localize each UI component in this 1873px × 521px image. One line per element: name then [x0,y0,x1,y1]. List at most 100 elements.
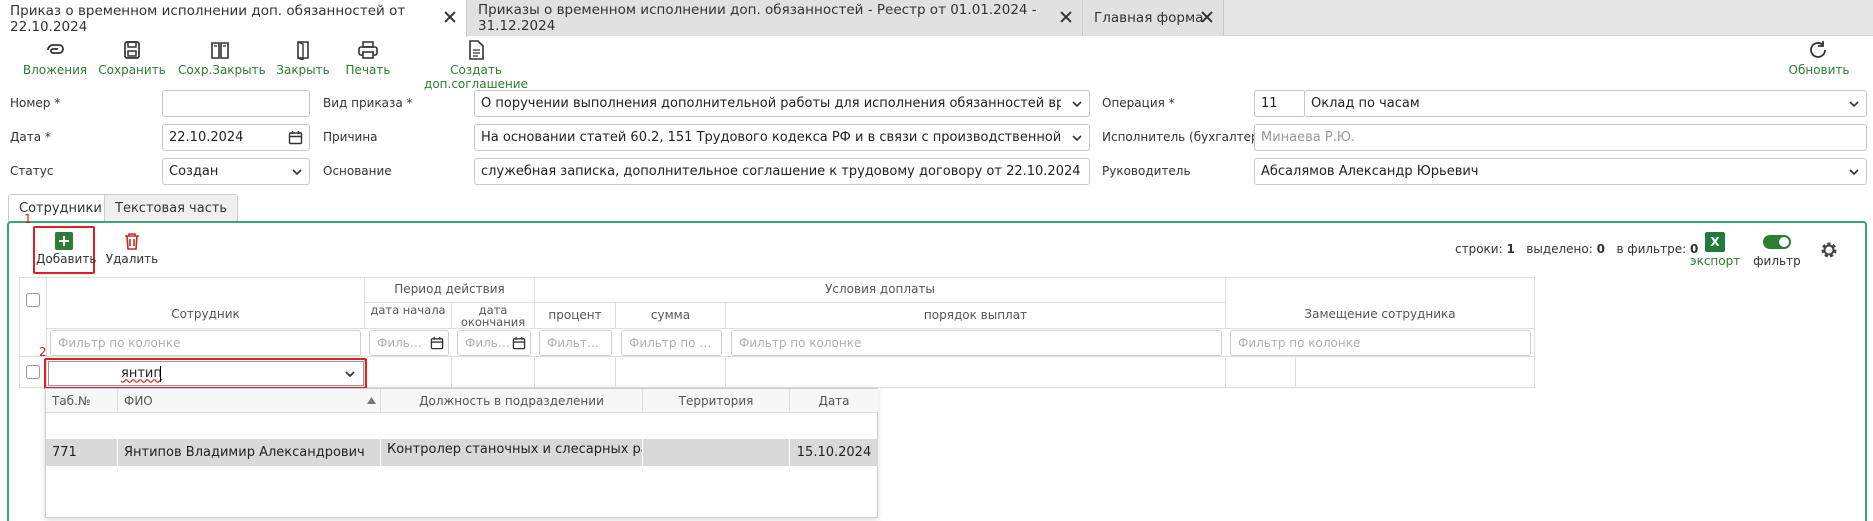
operation-select[interactable]: Оклад по часам [1304,90,1867,117]
start-date-header[interactable]: дата начала [365,303,452,329]
rows-label: строки: [1455,242,1503,256]
selected-label: выделено: [1526,242,1593,256]
reason-select[interactable]: На основании статей 60.2, 151 Трудового … [474,124,1090,151]
calendar-icon[interactable] [512,336,526,350]
number-field[interactable] [162,90,310,117]
row-checkbox[interactable] [26,365,40,379]
text-cursor [160,366,161,382]
substitution-cell-a[interactable] [1226,357,1296,388]
create-agreement-button[interactable]: Создать доп.соглашение [404,40,548,91]
status-select[interactable]: Создан [162,158,310,185]
print-label: Печать [345,63,391,77]
payment-order-filter[interactable]: Фильтр по колонке [731,330,1222,356]
dd-header-tab-no[interactable]: Таб.№ [46,389,118,413]
close-icon[interactable] [442,9,458,25]
executor-label: Исполнитель (бухгалтер) [1102,130,1264,144]
manager-select[interactable]: Абсалямов Александр Юрьевич [1254,158,1867,185]
sum-header[interactable]: сумма [616,303,726,329]
filter-label: фильтр [1753,254,1801,268]
sum-cell[interactable] [616,357,726,388]
dd-row[interactable]: 771 Янтипов Владимир Александрович Контр… [46,414,878,466]
gear-icon[interactable] [1819,240,1839,260]
excel-icon: X [1705,232,1725,252]
manager-label: Руководитель [1102,164,1191,178]
start-date-filter[interactable]: Филь… [369,330,449,356]
employee-search-text: янтип [121,366,162,381]
close-button[interactable]: Закрыть [272,40,334,80]
close-icon[interactable] [1058,9,1074,25]
dd-cell-fio: Янтипов Владимир Александрович [118,439,381,466]
chevron-down-icon [1072,135,1082,142]
date-field[interactable]: 22.10.2024 [162,124,310,151]
employee-dropdown: Таб.№ ФИО Должность в подразделении Терр… [45,388,878,518]
save-label: Сохранить [98,63,166,77]
sort-asc-icon [367,397,376,404]
reason-value: На основании статей 60.2, 151 Трудового … [481,130,1061,145]
percent-filter[interactable]: Фильт… [539,330,612,356]
filter-toggle[interactable]: фильтр [1752,232,1802,268]
operation-code-field[interactable]: 11 [1254,90,1306,117]
trash-icon [125,233,139,250]
tab-label: Приказы о временном исполнении доп. обяз… [478,2,1037,34]
tab-bar: Приказ о временном исполнении доп. обяза… [0,0,1873,37]
substitution-filter[interactable]: Фильтр по колонке [1230,330,1531,356]
substitution-header[interactable]: Замещение сотрудника [1226,277,1535,329]
close-icon[interactable] [1199,9,1215,25]
dd-header-territory[interactable]: Территория [643,389,790,413]
door-icon [297,41,309,60]
plus-icon [55,232,73,250]
end-date-filter[interactable]: Филь… [457,330,531,356]
tab-order-document[interactable]: Приказ о временном исполнении доп. обяза… [0,0,467,37]
manager-value: Абсалямов Александр Юрьевич [1261,164,1479,179]
period-header: Период действия [365,277,535,303]
select-all-checkbox[interactable] [26,293,40,307]
tab-main-form[interactable]: Главная форма [1084,0,1224,36]
rows-count: 1 [1506,242,1515,256]
substitution-cell-b[interactable] [1296,357,1535,388]
tab-text-part[interactable]: Текстовая часть [104,194,239,221]
dd-header-position[interactable]: Должность в подразделении [381,389,643,413]
end-date-header[interactable]: дата окончания [452,303,535,329]
employee-header[interactable]: Сотрудник [47,277,365,329]
dd-cell-position: Контролер станочных и слесарных ра… [381,439,643,466]
chevron-down-icon [1849,101,1859,108]
percent-header[interactable]: процент [535,303,616,329]
end-date-cell[interactable] [452,357,535,388]
basis-field[interactable]: служебная записка, дополнительное соглаш… [474,158,1090,185]
marker-1: 1 [24,212,32,226]
status-label: Статус [10,164,54,178]
save-close-button[interactable]: Сохр.Закрыть [178,40,266,80]
order-type-select[interactable]: О поручении выполнения дополнительной ра… [474,90,1090,117]
sum-filter[interactable]: Фильтр по … [621,330,722,356]
book-open-icon [211,42,229,59]
percent-cell[interactable] [535,357,616,388]
save-icon [124,41,140,59]
tab-registry[interactable]: Приказы о временном исполнении доп. обяз… [468,0,1083,36]
attachments-button[interactable]: Вложения [20,40,90,80]
export-label: экспорт [1690,254,1741,268]
employee-search-input[interactable]: янтип [48,361,364,386]
refresh-icon [1810,41,1826,58]
export-button[interactable]: X экспорт [1690,232,1740,268]
start-date-filter-text: Филь… [377,336,422,350]
add-button[interactable]: Добавить [36,232,96,266]
payment-order-header[interactable]: порядок выплат [726,303,1226,329]
tab-label: Приказ о временном исполнении доп. обяза… [10,2,406,35]
executor-field[interactable]: Минаева Р.Ю. [1254,124,1867,151]
start-date-cell[interactable] [365,357,452,388]
employee-filter[interactable]: Фильтр по колонке [50,330,361,356]
payment-order-cell[interactable] [726,357,1226,388]
order-type-value: О поручении выполнения дополнительной ра… [481,96,1061,111]
chevron-down-icon [1072,101,1082,108]
dd-header-date[interactable]: Дата [790,389,878,413]
print-button[interactable]: Печать [340,40,396,80]
dd-header-fio[interactable]: ФИО [118,389,381,413]
chevron-down-icon[interactable] [344,368,356,380]
refresh-button[interactable]: Обновить [1786,40,1852,80]
date-value: 22.10.2024 [169,130,244,145]
calendar-icon[interactable] [288,130,303,145]
delete-button[interactable]: Удалить [104,232,160,266]
calendar-icon[interactable] [430,336,444,350]
save-button[interactable]: Сохранить [96,40,168,80]
close-label: Закрыть [276,63,330,77]
